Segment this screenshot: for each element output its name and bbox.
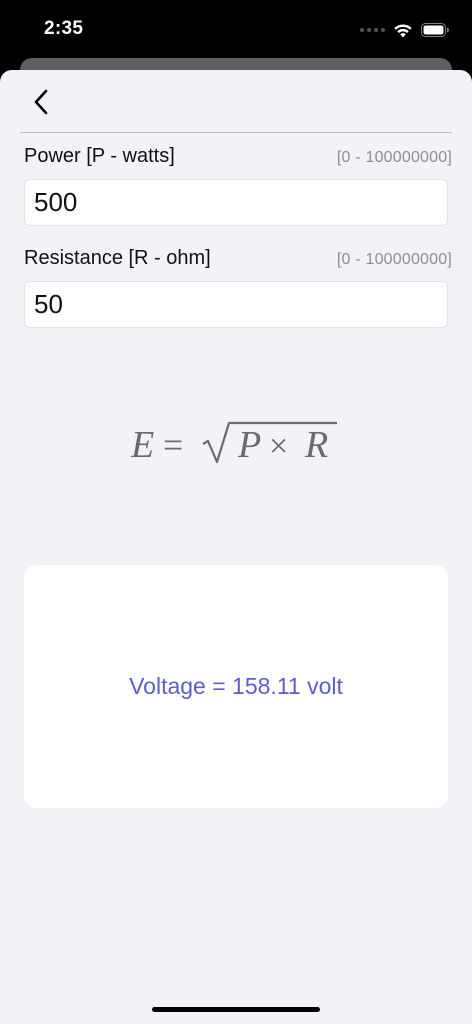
nav-divider (20, 132, 452, 133)
back-button[interactable] (26, 85, 56, 119)
resistance-label: Resistance [R - ohm] (24, 247, 211, 269)
resistance-input[interactable] (24, 281, 448, 328)
formula: E = P × R (0, 410, 472, 470)
power-input[interactable] (24, 179, 448, 226)
resistance-header: Resistance [R - ohm] [0 - 100000000] (24, 247, 452, 270)
chevron-left-icon (34, 89, 48, 115)
resistance-range: [0 - 100000000] (336, 251, 452, 268)
home-indicator[interactable] (152, 1007, 320, 1012)
calculator-sheet: Power [P - watts] [0 - 100000000] Resist… (0, 70, 472, 1024)
status-bar: 2:35 (0, 0, 472, 62)
status-icons (360, 19, 450, 41)
power-header: Power [P - watts] [0 - 100000000] (24, 145, 452, 168)
battery-icon (421, 23, 449, 37)
formula-lhs: E (131, 424, 154, 466)
power-range: [0 - 100000000] (336, 149, 452, 166)
formula-equation: E = P × R (131, 421, 337, 466)
formula-equals: = (163, 425, 183, 465)
power-label: Power [P - watts] (24, 145, 175, 167)
status-time: 2:35 (44, 18, 84, 39)
formula-var2: R (304, 424, 328, 466)
formula-times: × (269, 428, 288, 465)
formula-var1: P (237, 424, 261, 466)
cellular-dots-icon (360, 28, 385, 32)
result-text: Voltage = 158.11 volt (129, 673, 343, 699)
result-card: Voltage = 158.11 volt (24, 565, 448, 808)
wifi-icon (394, 24, 412, 38)
